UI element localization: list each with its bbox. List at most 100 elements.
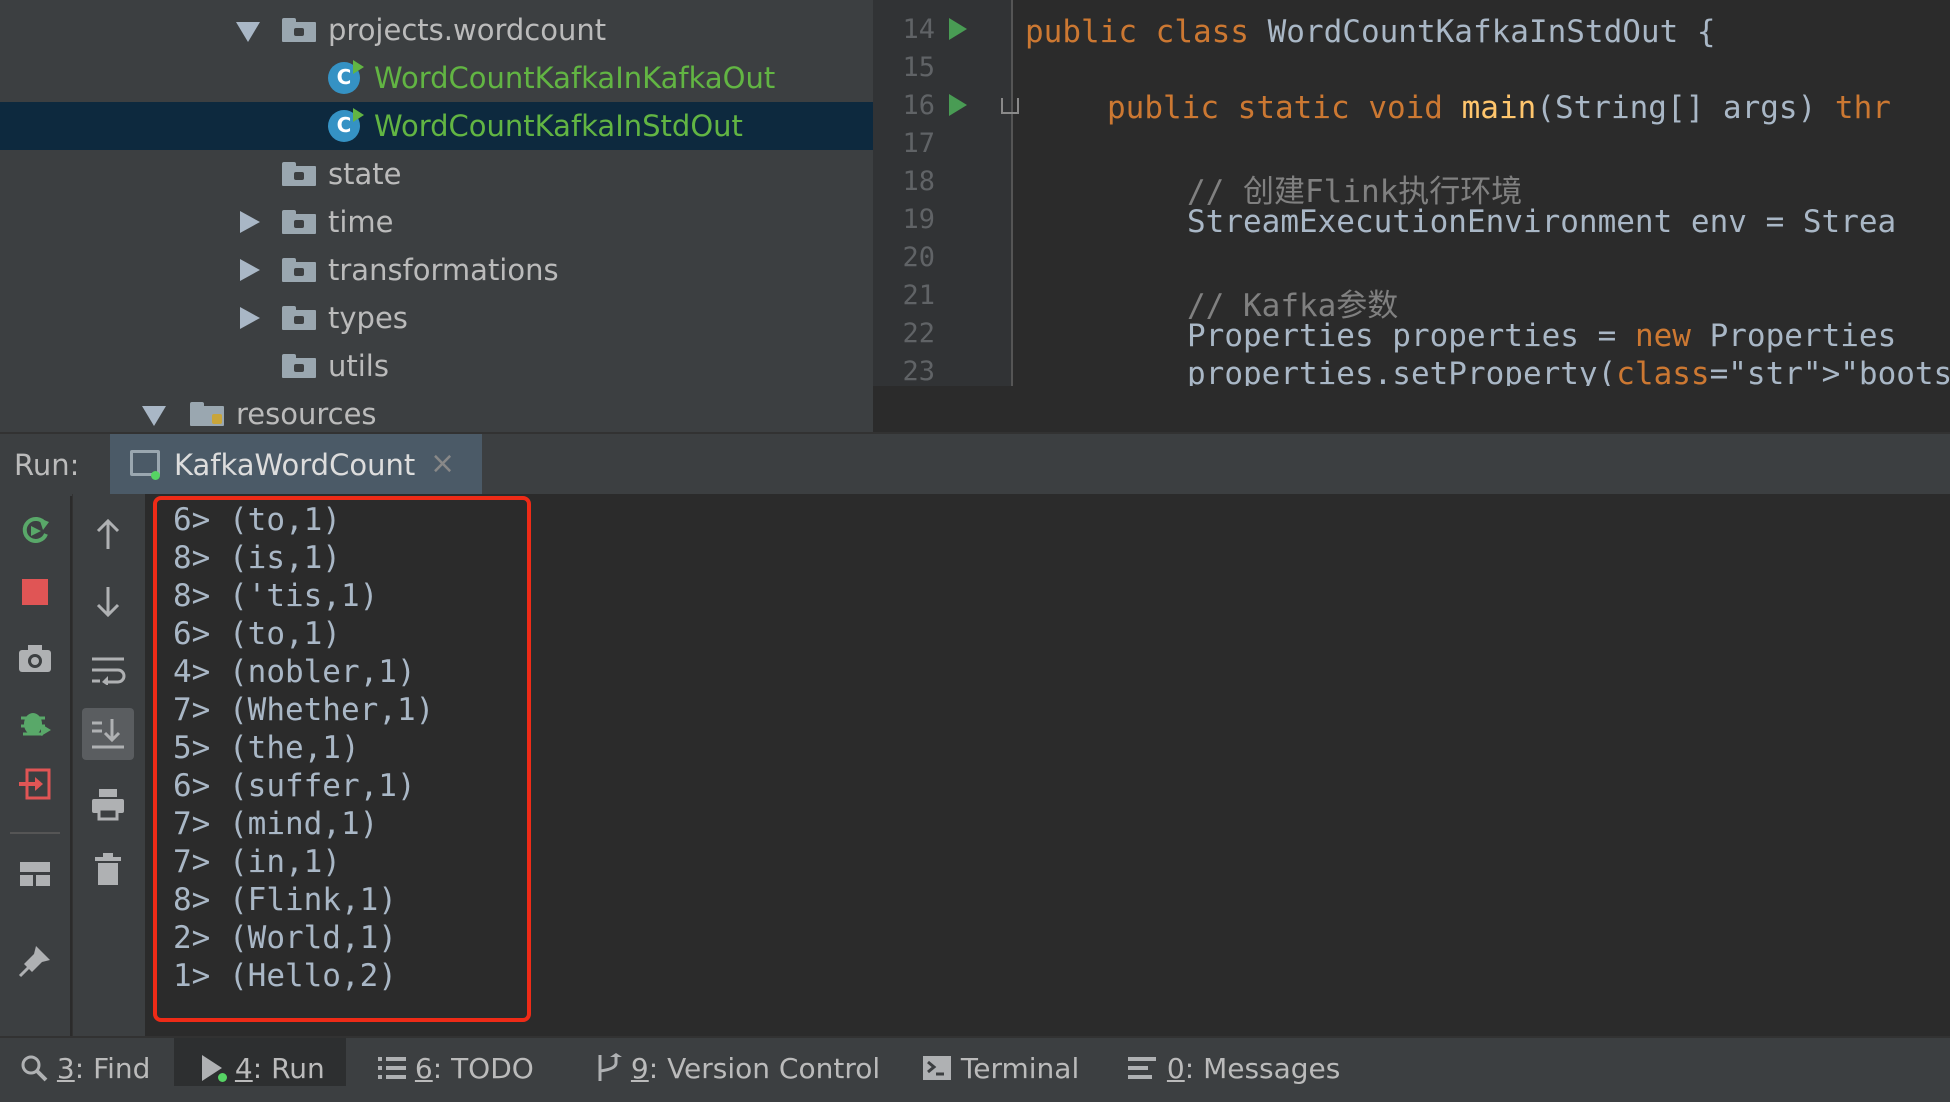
console-line: 4> (nobler,1)	[173, 654, 416, 690]
code-line[interactable]: 19 StreamExecutionEnvironment env = Strea	[873, 198, 1950, 240]
console-line: 6> (to,1)	[173, 502, 341, 538]
run-toolbar-primary	[0, 494, 70, 1036]
console-line: 2> (World,1)	[173, 920, 397, 956]
arrow-down-icon[interactable]	[82, 576, 134, 628]
package-folder-icon	[282, 162, 316, 186]
scroll-to-end-icon[interactable]	[82, 708, 134, 760]
tree-item-wordcount-kafka-in-stdout[interactable]: C WordCountKafkaInStdOut	[0, 102, 873, 150]
console-line: 8> (is,1)	[173, 540, 341, 576]
console-line: 7> (mind,1)	[173, 806, 379, 842]
package-folder-icon	[282, 18, 316, 42]
run-tab-kafka-word-count[interactable]: KafkaWordCount ×	[110, 434, 482, 496]
version-control-tool-button[interactable]: 9: Version Control	[594, 1052, 880, 1085]
fold-marker-icon[interactable]	[1001, 98, 1019, 114]
debug-bug-icon[interactable]	[9, 696, 61, 748]
find-tool-button[interactable]: 3: Find	[20, 1052, 150, 1085]
console-line: 7> (in,1)	[173, 844, 341, 880]
line-number: 20	[902, 242, 935, 273]
close-icon[interactable]: ×	[430, 446, 455, 481]
tree-item-projects-wordcount[interactable]: projects.wordcount	[0, 6, 873, 54]
tree-item-resources[interactable]: resources	[0, 390, 873, 432]
tree-item-label: types	[328, 301, 408, 335]
tool-window-bar: 3: Find 4: Run 6: TODO 9: Version Contro…	[0, 1036, 1950, 1102]
console-line: 6> (suffer,1)	[173, 768, 416, 804]
collapse-arrow-icon[interactable]	[240, 307, 260, 329]
todo-key: 6	[414, 1052, 433, 1085]
run-toolbar-secondary	[72, 494, 145, 1036]
code-line[interactable]: 14 public class WordCountKafkaInStdOut {	[873, 8, 1950, 50]
run-key: 4	[234, 1052, 253, 1085]
terminal-tool-button[interactable]: Terminal	[922, 1052, 1079, 1085]
code-text: public class WordCountKafkaInStdOut {	[1025, 14, 1716, 50]
run-config-icon	[130, 450, 160, 480]
console-line: 7> (Whether,1)	[173, 692, 435, 728]
print-icon[interactable]	[82, 778, 134, 830]
exit-icon[interactable]	[9, 758, 61, 810]
line-number: 18	[902, 166, 935, 197]
line-number: 23	[902, 356, 935, 386]
collapse-arrow-icon[interactable]	[240, 211, 260, 233]
java-class-icon: C	[328, 60, 364, 94]
tree-item-label: transformations	[328, 253, 559, 287]
find-label: : Find	[74, 1052, 151, 1085]
console-line: 6> (to,1)	[173, 616, 341, 652]
package-folder-icon	[282, 306, 316, 330]
code-line[interactable]: 17	[873, 122, 1950, 160]
messages-tool-button[interactable]: 0: Messages	[1128, 1052, 1340, 1085]
stop-icon[interactable]	[9, 566, 61, 618]
console-line: 8> (Flink,1)	[173, 882, 397, 918]
run-label: Run:	[14, 448, 80, 482]
line-number: 19	[902, 204, 935, 235]
run-label-bottom: : Run	[252, 1052, 325, 1085]
code-editor[interactable]: 14 public class WordCountKafkaInStdOut {1…	[873, 0, 1950, 386]
vcs-label: : Version Control	[648, 1052, 881, 1085]
line-number: 14	[902, 14, 935, 45]
tree-item-transformations[interactable]: transformations	[0, 246, 873, 294]
tree-item-types[interactable]: types	[0, 294, 873, 342]
trash-icon[interactable]	[82, 844, 134, 896]
tree-item-time[interactable]: time	[0, 198, 873, 246]
run-tool-button[interactable]: 4: Run	[200, 1052, 325, 1085]
messages-label: : Messages	[1184, 1052, 1341, 1085]
tree-item-label: time	[328, 205, 394, 239]
line-number: 16	[902, 90, 935, 121]
code-line[interactable]: 21// Kafka参数	[873, 274, 1950, 324]
layout-icon[interactable]	[9, 848, 61, 900]
line-number: 17	[902, 128, 935, 159]
code-line[interactable]: 22 Properties properties = new Properties	[873, 312, 1950, 354]
pin-icon[interactable]	[9, 934, 61, 986]
tree-item-wordcount-kafka-in-kafka-out[interactable]: C WordCountKafkaInKafkaOut	[0, 54, 873, 102]
messages-key: 0	[1166, 1052, 1185, 1085]
tree-item-label: WordCountKafkaInKafkaOut	[374, 61, 776, 95]
expand-arrow-icon[interactable]	[142, 406, 166, 426]
soft-wrap-icon[interactable]	[82, 644, 134, 696]
console-line: 1> (Hello,2)	[173, 958, 397, 994]
package-folder-icon	[282, 258, 316, 282]
run-gutter-icon[interactable]	[949, 18, 967, 40]
tree-item-utils[interactable]: utils	[0, 342, 873, 390]
arrow-up-icon[interactable]	[82, 508, 134, 560]
run-tab-title: KafkaWordCount	[174, 448, 416, 482]
code-line[interactable]: 16 public static void main(String[] args)…	[873, 84, 1950, 126]
console-line: 5> (the,1)	[173, 730, 360, 766]
code-line[interactable]: 23 properties.setProperty(class="str">"bo…	[873, 350, 1950, 386]
code-text: StreamExecutionEnvironment env = Strea	[1187, 204, 1897, 240]
project-tree: projects.wordcount C WordCountKafkaInKaf…	[0, 0, 873, 432]
run-panel-header: Run: KafkaWordCount ×	[0, 432, 1950, 496]
tree-item-state[interactable]: state	[0, 150, 873, 198]
tree-item-label: resources	[236, 397, 377, 431]
java-class-icon: C	[328, 108, 364, 142]
code-line[interactable]: 18// 创建Flink执行环境	[873, 160, 1950, 210]
line-number: 15	[902, 52, 935, 83]
camera-icon[interactable]	[9, 632, 61, 684]
todo-tool-button[interactable]: 6: TODO	[378, 1052, 534, 1085]
code-line[interactable]: 15	[873, 46, 1950, 84]
collapse-arrow-icon[interactable]	[240, 259, 260, 281]
package-folder-icon	[282, 210, 316, 234]
code-line[interactable]: 20	[873, 236, 1950, 274]
run-gutter-icon[interactable]	[949, 94, 967, 116]
console-output[interactable]: 6> (to,1) 8> (is,1) 8> ('tis,1) 6> (to,1) 4>…	[145, 494, 1950, 1036]
package-folder-icon	[282, 354, 316, 378]
rerun-icon[interactable]	[9, 504, 61, 556]
expand-arrow-icon[interactable]	[236, 22, 260, 42]
